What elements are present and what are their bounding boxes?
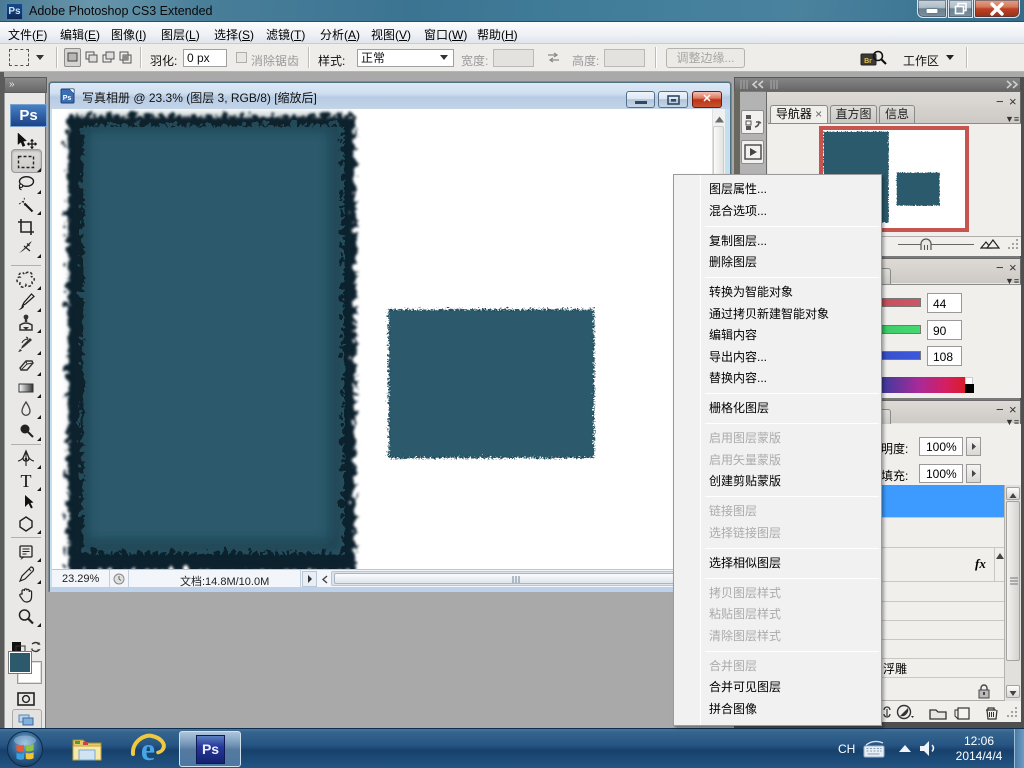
svg-text:Br: Br	[864, 58, 872, 65]
svg-text:T: T	[21, 471, 32, 491]
svg-text:Ps: Ps	[63, 95, 72, 102]
